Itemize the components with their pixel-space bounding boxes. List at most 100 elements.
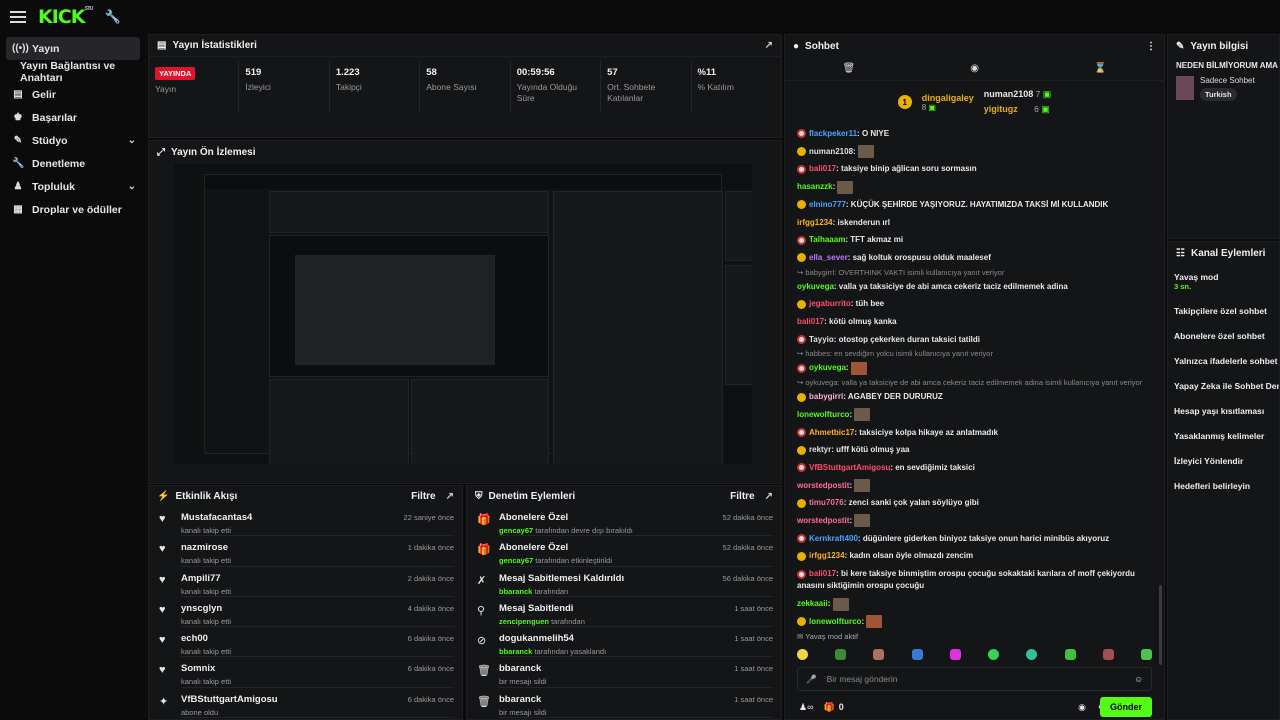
menu-icon[interactable] <box>10 10 26 23</box>
moderator-name[interactable]: bbaranck <box>499 587 532 596</box>
chat-message[interactable]: Kernkraft400: düğünlere giderken biniyoz… <box>797 530 1154 548</box>
sidebar-item-gelir[interactable]: ▤ Gelir <box>6 83 140 106</box>
activity-row[interactable]: ♥ Ampili77 kanalı takip etti 2 dakika önce <box>149 567 462 597</box>
chat-username[interactable]: lonewolfturco <box>809 617 861 626</box>
users-icon[interactable]: ♟∞ <box>799 702 813 713</box>
chat-username[interactable]: oykuvega <box>797 282 834 291</box>
channel-action-item[interactable]: Abonelere özel sohbet <box>1168 323 1279 348</box>
chat-username[interactable]: zekkaaii <box>797 599 828 608</box>
moderation-row[interactable]: 🎁 Abonelere Özel gencay67 tarafından devre… <box>467 506 781 537</box>
moderator-name[interactable]: bbaranck <box>499 647 532 656</box>
chat-message[interactable]: Tayyio: otostop çekerken duran taksici t… <box>797 331 1154 349</box>
send-button[interactable]: Gönder <box>1099 697 1152 717</box>
sidebar-item-stream-key[interactable]: Yayın Bağlantısı ve Anahtarı <box>6 60 140 84</box>
chat-username[interactable]: Tayyio <box>809 335 834 344</box>
channel-action-item[interactable]: Takipçilere özel sohbet <box>1168 298 1279 323</box>
activity-row[interactable]: ♥ Somnix kanalı takip etti 6 dakika önce <box>149 657 462 688</box>
channel-action-item[interactable]: Yavaş mod 3 sn. <box>1168 264 1279 298</box>
chat-username[interactable]: numan2108 <box>809 147 853 156</box>
channel-action-item[interactable]: Yapay Zeka ile Sohbet Denetimi <box>1168 373 1279 398</box>
chat-username[interactable]: lonewolfturco <box>797 410 849 419</box>
hourglass-icon[interactable]: ⌛ <box>1094 63 1106 74</box>
moderation-row[interactable]: 🗑 bbaranck bir mesajı sildi 1 saat önce <box>467 657 781 688</box>
chat-bubble-icon[interactable]: ◉ <box>970 63 979 74</box>
chat-message[interactable]: oykuvega: <box>797 359 1154 377</box>
moderation-row[interactable]: 🎁 Abonelere Özel gencay67 tarafından etkin… <box>467 536 781 567</box>
emoji-picker-icon[interactable]: ☺ <box>1134 674 1143 684</box>
chat-message[interactable]: numan2108: <box>797 143 1154 161</box>
emote-guy-icon[interactable] <box>1102 648 1114 660</box>
kick-logo[interactable]: KICKSTU <box>38 6 94 28</box>
moderator-name[interactable]: gencay67 <box>499 556 533 565</box>
emote-box-icon[interactable] <box>1140 648 1152 660</box>
chat-input[interactable]: 🎤 Bir mesaj gönderin ☺ <box>797 667 1152 691</box>
chat-scrollbar[interactable] <box>1159 585 1162 665</box>
chat-username[interactable]: oykuvega <box>809 363 846 372</box>
popout-icon[interactable]: ↗ <box>446 491 454 502</box>
filter-button[interactable]: Filtre <box>730 491 754 502</box>
chat-message[interactable]: bali017: bi kere taksiye binmiştim orosp… <box>797 565 1154 595</box>
moderator-name[interactable]: gencay67 <box>499 526 533 535</box>
chat-message[interactable]: VfBStuttgartAmigosu: en sevdiğimiz taksi… <box>797 459 1154 477</box>
sidebar-item-droplar[interactable]: ▦ Droplar ve ödüller <box>6 198 140 221</box>
chat-username[interactable]: Talhaaam <box>809 235 845 244</box>
activity-row[interactable]: ♥ nazmirose kanalı takip etti 1 dakika önce <box>149 536 462 567</box>
chat-username[interactable]: bali017 <box>809 164 836 173</box>
chat-message[interactable]: bali017: taksiye binip ağlican soru sorm… <box>797 160 1154 178</box>
sidebar-item-studyo[interactable]: ✎ Stüdyo ⌄ <box>6 129 140 152</box>
more-options-icon[interactable]: ⋮ <box>1146 41 1156 52</box>
chat-username[interactable]: Kernkraft400 <box>809 534 858 543</box>
emote-cat-icon[interactable] <box>835 648 847 660</box>
video-preview[interactable] <box>174 164 752 464</box>
chat-message[interactable]: worstedpostit: <box>797 477 1154 495</box>
chat-username[interactable]: worstedpostit <box>797 481 849 490</box>
reply-indicator[interactable]: ↪ babygirrl: OVERTHINK VAKTI isimli kull… <box>797 267 1154 278</box>
activity-row[interactable]: ♥ Mustafacantas4 kanalı takip etti 22 saniy… <box>149 506 462 537</box>
popout-icon[interactable]: ↗ <box>765 491 773 502</box>
chat-message[interactable]: elnino777: KÜÇÜK ŞEHİRDE YAŞIYORUZ. HAYA… <box>797 196 1154 214</box>
chat-username[interactable]: ella_sever <box>809 253 848 262</box>
sidebar-item-basarilar[interactable]: ♚ Başarılar <box>6 106 140 129</box>
wrench-icon[interactable]: 🔧 <box>105 9 121 25</box>
stream-category[interactable]: Sadece Sohbet Turkish <box>1168 74 1279 103</box>
chat-username[interactable]: bali017 <box>809 569 836 578</box>
chat-username[interactable]: jegaburrito <box>809 299 851 308</box>
activity-row[interactable]: ♥ ynscglyn kanalı takip etti 4 dakika önce <box>149 597 462 628</box>
chat-message[interactable]: irfgg1234: kadın olsan öyle olmazdı zenc… <box>797 547 1154 565</box>
moderation-row[interactable]: 🗑 bbaranck bir mesajı sildi 1 saat önce <box>467 688 781 719</box>
chat-username[interactable]: VfBStuttgartAmigosu <box>809 463 890 472</box>
sidebar-item-denetleme[interactable]: 🔧 Denetleme <box>6 152 140 175</box>
chat-username[interactable]: irfgg1234 <box>797 218 833 227</box>
chat-message[interactable]: jegaburrito: tüh bee <box>797 295 1154 313</box>
trash-icon[interactable]: 🗑 <box>843 63 856 74</box>
chat-username[interactable]: elnino777 <box>809 200 846 209</box>
chat-username[interactable]: hasanzzk <box>797 182 833 191</box>
activity-row[interactable]: ✦ VfBStuttgartAmigosu abone oldu 6 dakika ö… <box>149 688 462 719</box>
emote-mario-icon[interactable] <box>911 648 923 660</box>
chat-message[interactable]: worstedpostit: <box>797 512 1154 530</box>
popout-icon[interactable]: ↗ <box>765 40 773 51</box>
emote-face-icon[interactable] <box>873 648 885 660</box>
emote-smile-icon[interactable] <box>797 648 808 660</box>
chat-message[interactable]: rektyr: ufff kötü olmuş yaa <box>797 441 1154 459</box>
mic-icon[interactable]: 🎤 <box>806 674 817 685</box>
gifter-1[interactable]: dingaligaley 8 ▣ <box>922 93 974 112</box>
chat-username[interactable]: timu7076 <box>809 498 844 507</box>
chat-settings-bubble-icon[interactable]: ◉ <box>1078 702 1086 713</box>
gift-box-icon[interactable]: 🎁 <box>823 702 834 713</box>
chat-message[interactable]: timu7076: zenci sanki çok yalan söylüyo … <box>797 494 1154 512</box>
moderation-row[interactable]: ⊘ dogukanmelih54 bbaranck tarafından yasak… <box>467 627 781 658</box>
channel-action-item[interactable]: İzleyici Yönlendir <box>1168 448 1279 473</box>
activity-row[interactable]: ♥ ech00 kanalı takip etti 6 dakika önce <box>149 627 462 658</box>
emote-frog-icon[interactable] <box>1064 648 1076 660</box>
sidebar-item-yayin[interactable]: ((•)) Yayın <box>6 37 140 60</box>
chat-username[interactable]: babygirrl <box>809 392 843 401</box>
chat-message[interactable]: Talhaaam: TFT akmaz mi <box>797 231 1154 249</box>
channel-action-item[interactable]: Yasaklanmış kelimeler <box>1168 423 1279 448</box>
chat-message[interactable]: bali017: kötü olmuş kanka <box>797 313 1154 331</box>
moderator-name[interactable]: zencipenguen <box>499 617 549 626</box>
emote-kick-icon[interactable] <box>1026 648 1038 660</box>
chat-message[interactable]: lonewolfturco: <box>797 406 1154 424</box>
channel-action-item[interactable]: Yalnızca ifadelerle sohbet <box>1168 348 1279 373</box>
filter-button[interactable]: Filtre <box>411 491 435 502</box>
